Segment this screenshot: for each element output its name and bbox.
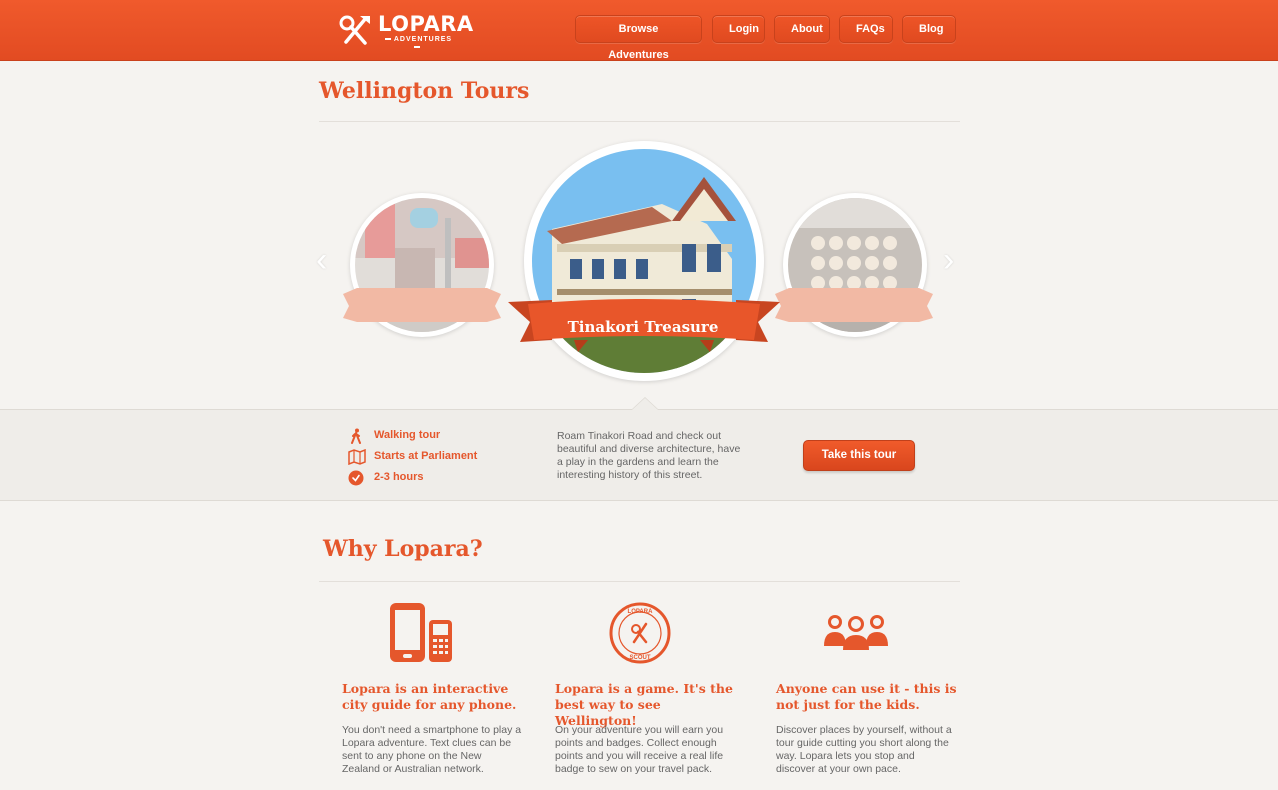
map-icon: [348, 449, 366, 465]
why-title: Why Lopara?: [323, 536, 483, 562]
slide-ribbon-next: [775, 288, 933, 322]
why-divider: [319, 581, 960, 582]
logo-text: LOPARA: [378, 12, 474, 36]
take-tour-button[interactable]: Take this tour: [803, 440, 915, 471]
fact-label: Starts at Parliament: [374, 450, 478, 462]
feature-3-title: Anyone can use it - this is not just for…: [776, 681, 957, 712]
chevron-left-icon[interactable]: ‹: [316, 243, 327, 277]
fact-label: Walking tour: [374, 429, 441, 441]
feature-1-title: Lopara is an interactive city guide for …: [342, 681, 517, 712]
logo-tagline: ADVENTURES: [378, 36, 456, 52]
badge-text-top: LOPARA: [628, 609, 654, 615]
fact-duration: 2-3 hours: [348, 470, 448, 486]
feature-1-body: You don't need a smartphone to play a Lo…: [342, 724, 522, 775]
nav-faqs[interactable]: FAQs: [839, 15, 893, 43]
walking-icon: [351, 428, 361, 444]
feature-3-body: Discover places by yourself, without a t…: [776, 724, 952, 775]
page-title: Wellington Tours: [319, 78, 530, 104]
site-header: LOPARA ADVENTURES Browse Adventures Logi…: [0, 0, 1278, 61]
nav-blog[interactable]: Blog: [902, 15, 956, 43]
people-icon: [824, 615, 888, 650]
featured-tour-title: Tinakori Treasure: [567, 318, 719, 336]
scout-badge-icon: LOPARA SCOUT: [609, 602, 671, 664]
nav-login[interactable]: Login: [712, 15, 765, 43]
clock-icon: [348, 470, 364, 486]
tour-description: Roam Tinakori Road and check out beautif…: [557, 430, 741, 481]
fact-start: Starts at Parliament: [348, 449, 498, 465]
logo[interactable]: LOPARA ADVENTURES: [338, 12, 473, 48]
nav-about[interactable]: About: [774, 15, 830, 43]
badge-text-bottom: SCOUT: [630, 655, 651, 661]
title-divider: [319, 121, 960, 122]
feature-2-body: On your adventure you will earn you poin…: [555, 724, 724, 775]
crossed-tools-icon: [339, 15, 370, 45]
fact-label: 2-3 hours: [374, 471, 424, 483]
fact-walking: Walking tour: [348, 428, 478, 444]
chevron-right-icon[interactable]: ›: [943, 243, 954, 277]
phones-icon: [390, 603, 452, 662]
nav-browse-adventures[interactable]: Browse Adventures: [575, 15, 702, 61]
feature-2-title: Lopara is a game. It's the best way to s…: [555, 681, 733, 728]
slide-ribbon-prev: [343, 288, 501, 322]
